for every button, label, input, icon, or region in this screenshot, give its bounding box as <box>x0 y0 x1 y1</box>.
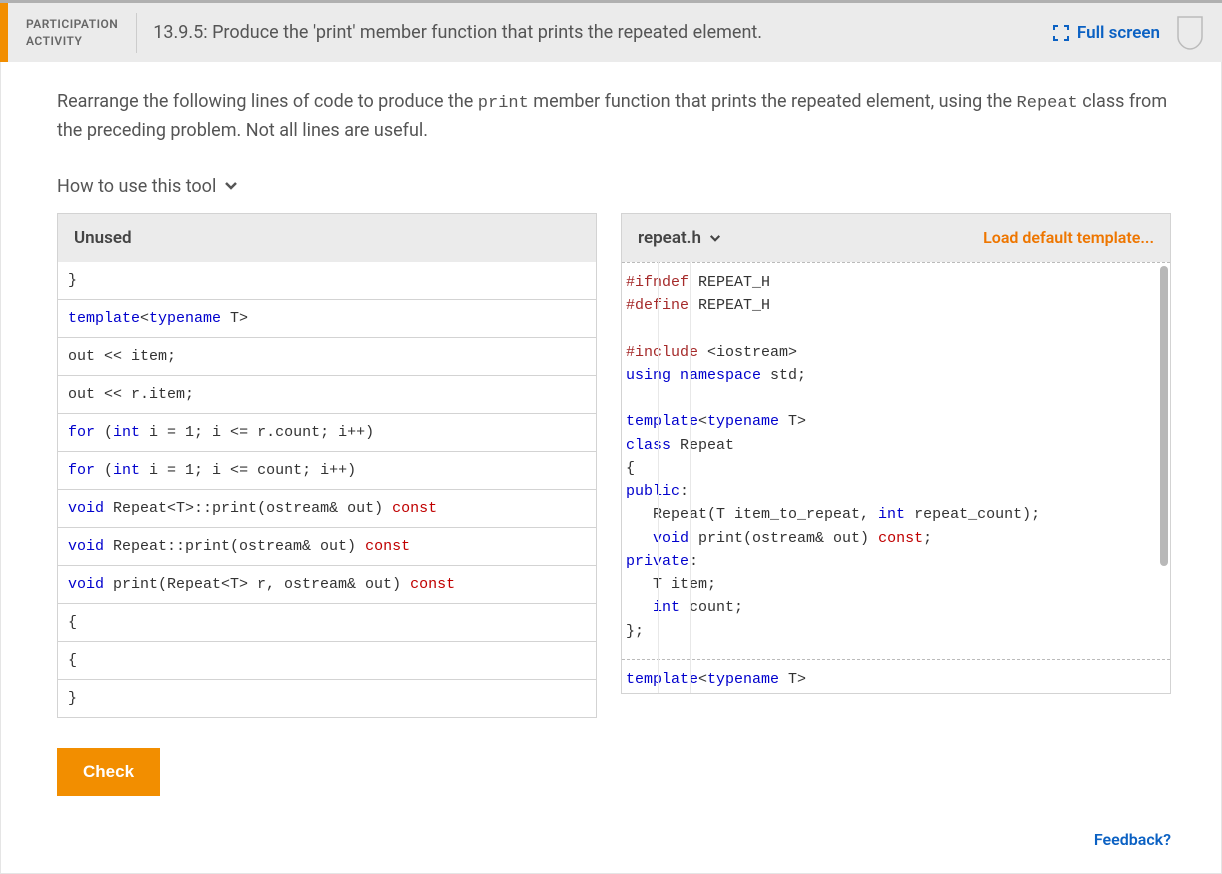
code-block[interactable]: } <box>58 680 596 717</box>
instructions: Rearrange the following lines of code to… <box>57 88 1171 146</box>
activity-type-line1: PARTICIPATION <box>26 17 118 31</box>
code-block[interactable]: } <box>58 262 596 300</box>
editor-panel: repeat.h Load default template... #ifnde… <box>621 213 1171 694</box>
chevron-down-icon <box>224 181 238 191</box>
code-block[interactable]: void Repeat::print(ostream& out) const <box>58 528 596 566</box>
unused-header-label: Unused <box>74 228 132 248</box>
instr-mid: member function that prints the repeated… <box>529 91 1017 112</box>
filename-dropdown[interactable]: repeat.h <box>638 228 721 248</box>
code-gutter-line <box>658 262 659 693</box>
chevron-down-icon <box>709 234 721 243</box>
code-block[interactable]: void print(Repeat<T> r, ostream& out) co… <box>58 566 596 604</box>
code-block[interactable]: out << item; <box>58 338 596 376</box>
editor-header: repeat.h Load default template... <box>621 213 1171 262</box>
feedback-link[interactable]: Feedback? <box>57 830 1171 849</box>
code-block[interactable]: template<typename T> <box>58 300 596 338</box>
code-content-top: #ifndef REPEAT_H #define REPEAT_H #inclu… <box>622 263 1170 651</box>
check-button[interactable]: Check <box>57 748 160 796</box>
code-content-bottom: template<typename T> <box>622 668 1170 694</box>
how-to-use-toggle[interactable]: How to use this tool <box>57 176 1171 197</box>
activity-title: 13.9.5: Produce the 'print' member funct… <box>137 22 1037 43</box>
code-block[interactable]: { <box>58 642 596 680</box>
scrollbar-track[interactable] <box>1160 266 1168 689</box>
fullscreen-label: Full screen <box>1077 23 1160 43</box>
code-gutter-line2 <box>690 262 691 693</box>
panels: Unused }template<typename T>out << item;… <box>57 213 1171 718</box>
code-block[interactable]: for (int i = 1; i <= r.count; i++) <box>58 414 596 452</box>
activity-type-label: PARTICIPATION ACTIVITY <box>8 13 137 53</box>
load-template-button[interactable]: Load default template... <box>983 228 1154 247</box>
scrollbar-thumb[interactable] <box>1160 266 1168 566</box>
instr-code1: print <box>478 94 529 113</box>
unused-list[interactable]: }template<typename T>out << item;out << … <box>57 262 597 718</box>
drop-separator-bottom <box>622 659 1170 660</box>
code-block[interactable]: out << r.item; <box>58 376 596 414</box>
unused-header: Unused <box>57 213 597 262</box>
code-editor[interactable]: #ifndef REPEAT_H #define REPEAT_H #inclu… <box>621 262 1171 694</box>
code-block[interactable]: void Repeat<T>::print(ostream& out) cons… <box>58 490 596 528</box>
code-block[interactable]: { <box>58 604 596 642</box>
activity-header: PARTICIPATION ACTIVITY 13.9.5: Produce t… <box>0 0 1222 62</box>
instr-code2: Repeat <box>1017 94 1078 113</box>
fullscreen-icon <box>1053 25 1069 41</box>
unused-panel: Unused }template<typename T>out << item;… <box>57 213 597 718</box>
filename-label: repeat.h <box>638 228 701 248</box>
activity-body: Rearrange the following lines of code to… <box>0 62 1222 874</box>
activity-type-line2: ACTIVITY <box>26 34 82 48</box>
instr-pre: Rearrange the following lines of code to… <box>57 91 478 112</box>
code-block[interactable]: for (int i = 1; i <= count; i++) <box>58 452 596 490</box>
accent-bar <box>0 3 8 62</box>
fullscreen-button[interactable]: Full screen <box>1037 23 1176 43</box>
shield-icon <box>1176 15 1204 51</box>
how-to-use-label: How to use this tool <box>57 176 216 197</box>
